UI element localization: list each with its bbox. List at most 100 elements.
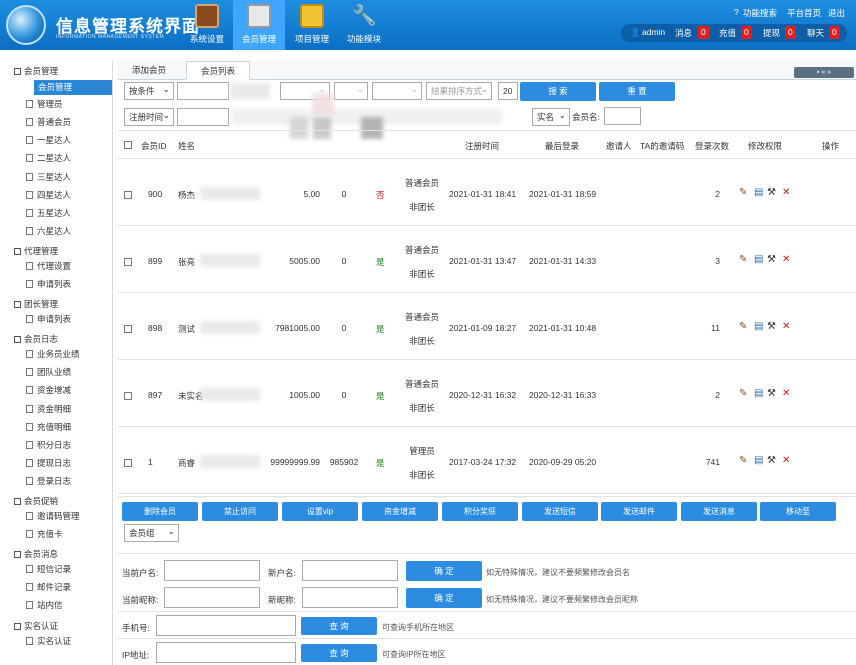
recharge-link[interactable]: 充值 [719,27,736,39]
sidebar-item[interactable]: 充值明细 [26,421,71,433]
document-icon[interactable]: ▤ [754,456,763,466]
date-input[interactable] [177,108,229,126]
sidebar-group[interactable]: 团长管理 [14,298,58,310]
delete-x-icon[interactable]: ✕ [782,188,790,198]
delete-x-icon[interactable]: ✕ [782,322,790,332]
row-checkbox[interactable] [124,191,132,199]
messages-link[interactable]: 消息 [675,27,692,39]
sidebar-item[interactable]: 邮件记录 [26,581,71,593]
search-button[interactable]: 搜 索 [520,82,596,101]
tools-icon[interactable]: ⚒ [767,322,776,332]
pager-controls[interactable]: ▪ « » [794,67,854,78]
sidebar-group[interactable]: 会员促销 [14,495,58,507]
sidebar-group[interactable]: 会员日志 [14,333,58,345]
document-icon[interactable]: ▤ [754,322,763,332]
bulk-action-button[interactable]: 发送短信 [522,502,598,521]
current-nickname-input[interactable] [164,587,260,608]
member-name-input[interactable] [604,107,641,125]
new-nickname-input[interactable] [302,587,398,608]
tools-icon[interactable]: ⚒ [767,389,776,399]
row-checkbox[interactable] [124,325,132,333]
sidebar-item[interactable]: 提现日志 [26,457,71,469]
condition-select[interactable]: 按条件 [124,81,174,100]
sidebar-item[interactable]: 三星达人 [26,171,71,183]
keyword-input[interactable] [177,82,229,100]
filter-select-3[interactable] [334,81,368,100]
link-function-search[interactable]: 功能搜索 [743,7,777,19]
sidebar-item[interactable]: 管理员 [26,98,63,110]
tools-icon[interactable]: ⚒ [767,456,776,466]
sidebar-item[interactable]: 团队业绩 [26,366,71,378]
bulk-action-button[interactable]: 积分奖惩 [442,502,518,521]
edit-pencil-icon[interactable]: ✎ [739,389,747,399]
delete-x-icon[interactable]: ✕ [782,255,790,265]
realname-select[interactable]: 实名 [532,107,570,126]
filter-select-4[interactable] [372,81,422,100]
nav-function-modules[interactable]: 🔧 功能模块 [338,0,390,50]
sidebar-item[interactable]: 站内信 [26,599,63,611]
sidebar-item[interactable]: 资金增减 [26,384,71,396]
link-platform-home[interactable]: 平台首页 [787,7,821,19]
link-logout[interactable]: 退出 [828,7,845,19]
confirm-username-button[interactable]: 确 定 [406,561,482,581]
ip-query-button[interactable]: 查 询 [301,644,377,662]
bulk-action-button[interactable]: 禁止访问 [202,502,278,521]
row-checkbox[interactable] [124,258,132,266]
row-checkbox[interactable] [124,459,132,467]
nav-project-management[interactable]: 项目管理 [286,0,338,50]
time-field-select[interactable]: 注册时间 [124,107,174,126]
document-icon[interactable]: ▤ [754,255,763,265]
tools-icon[interactable]: ⚒ [767,255,776,265]
sidebar-group[interactable]: 会员消息 [14,548,58,560]
select-all-checkbox[interactable] [124,141,132,149]
sidebar-item[interactable]: 短信记录 [26,563,71,575]
tools-icon[interactable]: ⚒ [767,188,776,198]
bulk-action-button[interactable]: 删除会员 [122,502,198,521]
current-username-input[interactable] [164,560,260,581]
sidebar-item[interactable]: 充值卡 [26,528,63,540]
bulk-action-button[interactable]: 设置vip [282,502,358,521]
edit-pencil-icon[interactable]: ✎ [739,456,747,466]
bulk-action-button[interactable]: 发送消息 [681,502,757,521]
sidebar-item[interactable]: 资金明细 [26,403,71,415]
document-icon[interactable]: ▤ [754,389,763,399]
phone-query-button[interactable]: 查 询 [301,617,377,635]
phone-input[interactable] [156,615,296,636]
withdraw-link[interactable]: 提现 [763,27,780,39]
delete-x-icon[interactable]: ✕ [782,456,790,466]
sidebar-item[interactable]: 业务员业绩 [26,348,80,360]
sidebar-item[interactable]: 申请列表 [26,278,71,290]
document-icon[interactable]: ▤ [754,188,763,198]
sidebar-group[interactable]: 会员管理 [14,65,58,77]
edit-pencil-icon[interactable]: ✎ [739,188,747,198]
sidebar-item[interactable]: 代理设置 [26,260,71,272]
reset-button[interactable]: 重 置 [599,82,675,101]
sidebar-item[interactable]: 二星达人 [26,152,71,164]
delete-x-icon[interactable]: ✕ [782,389,790,399]
bulk-action-button[interactable]: 资金增减 [362,502,438,521]
new-username-input[interactable] [302,560,398,581]
order-select[interactable]: 结果排序方式 [426,81,492,100]
sidebar-item[interactable]: 申请列表 [26,313,71,325]
nav-member-management[interactable]: 会员管理 [233,0,285,50]
sidebar-item[interactable]: 登录日志 [26,475,71,487]
ip-input[interactable] [156,642,296,663]
sidebar-item[interactable]: 六星达人 [26,225,71,237]
sidebar-item[interactable]: 积分日志 [26,439,71,451]
tab-add-member[interactable]: 添加会员 [118,61,180,80]
edit-pencil-icon[interactable]: ✎ [739,255,747,265]
sidebar-item[interactable]: 邀请码管理 [26,510,80,522]
bulk-action-button[interactable]: 移动至 [760,502,836,521]
page-size-input[interactable]: 20 [498,82,518,100]
sidebar-item[interactable]: 实名认证 [26,635,71,647]
sidebar-item[interactable]: 会员管理 [34,80,112,95]
member-group-select[interactable]: 会员组 [124,523,179,542]
sidebar-item[interactable]: 四星达人 [26,189,71,201]
nav-system-settings[interactable]: 系统设置 [181,0,233,50]
chat-link[interactable]: 聊天 [807,27,824,39]
sidebar-item[interactable]: 普通会员 [26,116,71,128]
bulk-action-button[interactable]: 发送邮件 [601,502,677,521]
edit-pencil-icon[interactable]: ✎ [739,322,747,332]
sidebar-item[interactable]: 五星达人 [26,207,71,219]
sidebar-group[interactable]: 实名认证 [14,620,58,632]
